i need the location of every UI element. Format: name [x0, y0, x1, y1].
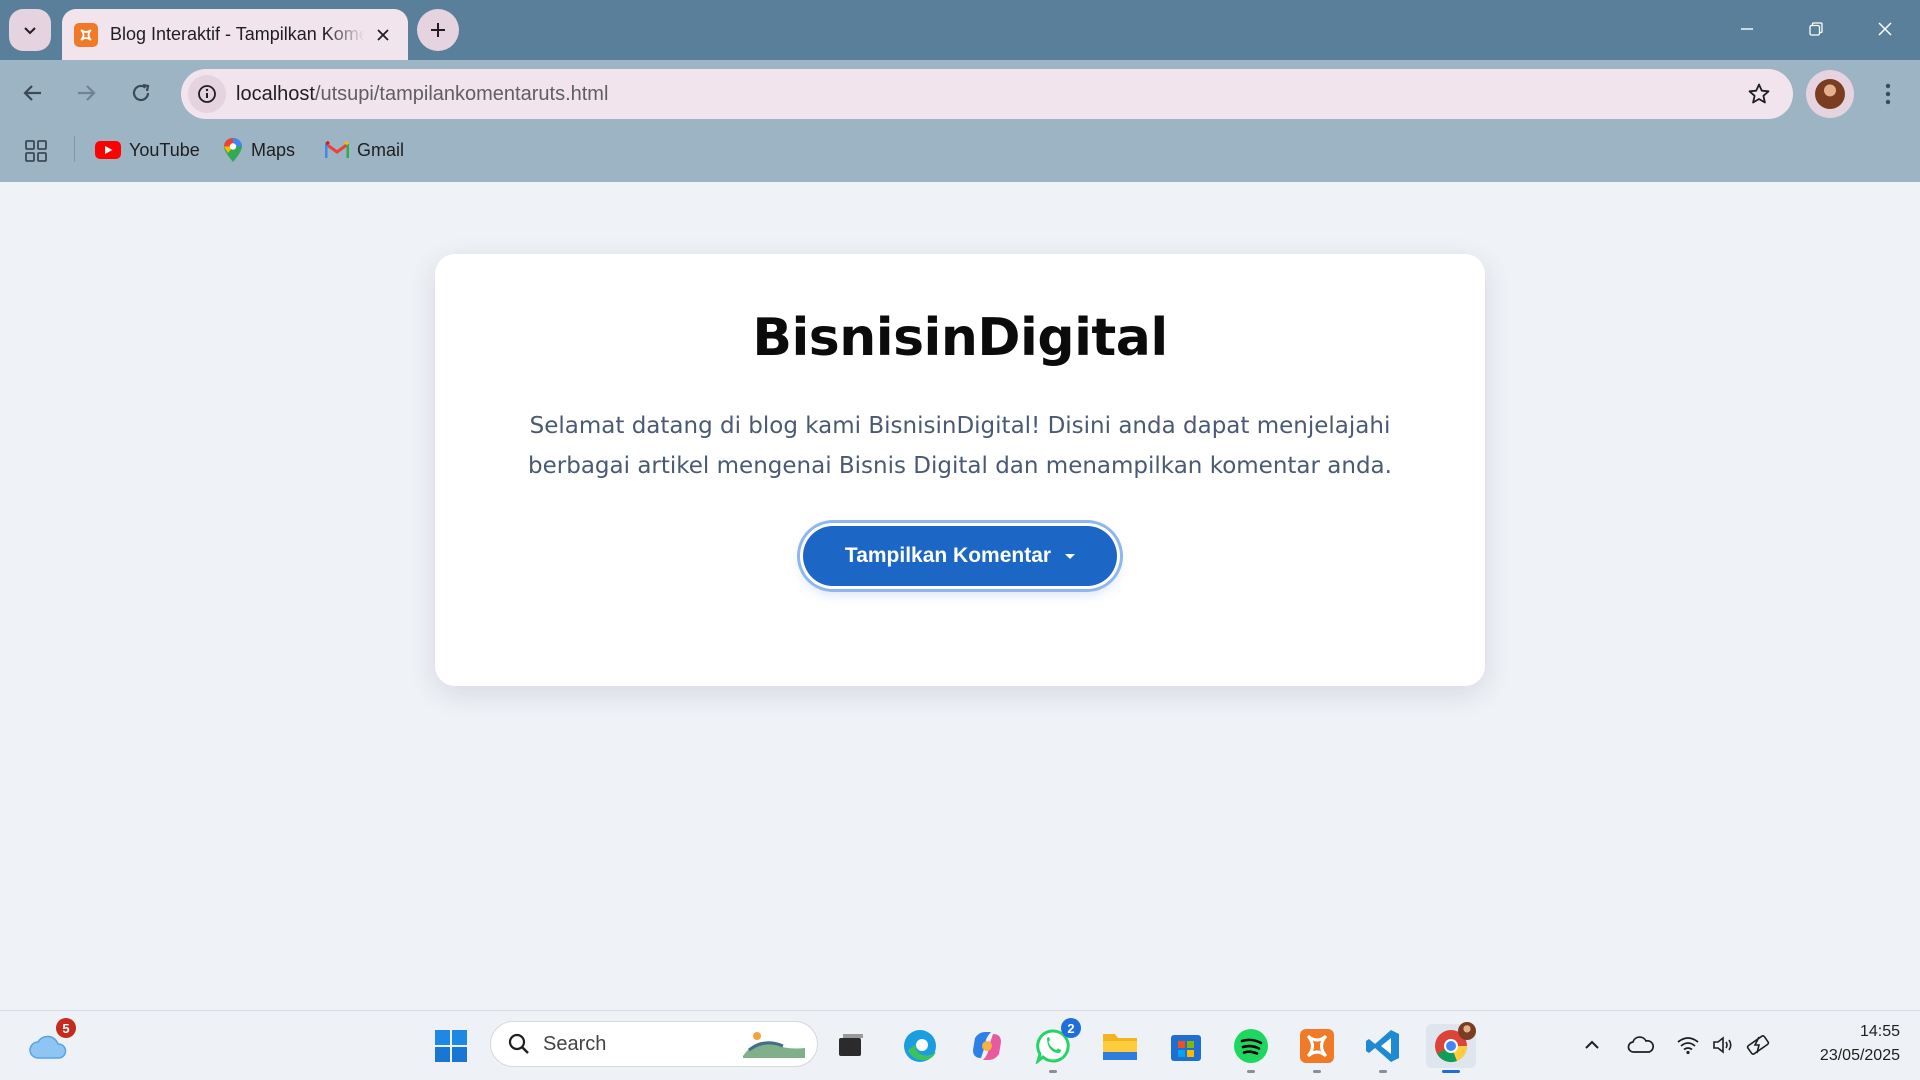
clock-date: 23/05/2025: [1819, 1047, 1900, 1064]
bookmark-separator: [74, 136, 75, 162]
taskbar-spotify[interactable]: [1229, 1024, 1273, 1073]
task-view-icon: [839, 1034, 863, 1056]
arrow-left-icon: [23, 85, 41, 101]
taskbar-edge[interactable]: [898, 1024, 942, 1068]
taskbar-store[interactable]: [1164, 1024, 1208, 1068]
bookmark-gmail[interactable]: Gmail: [325, 136, 404, 164]
arrow-right-icon: [78, 85, 96, 101]
vscode-icon: [1366, 1030, 1399, 1062]
show-comments-button[interactable]: Tampilkan Komentar: [803, 526, 1117, 586]
battery-charging-icon: [1746, 1035, 1770, 1055]
tab-title: Blog Interaktif - Tampilkan Komentar: [110, 24, 364, 44]
browser-menu-button[interactable]: [1870, 74, 1906, 114]
clock-time: 14:55: [1859, 1023, 1900, 1040]
reload-button[interactable]: [121, 73, 161, 113]
taskbar-chrome[interactable]: [1426, 1022, 1476, 1073]
bookmark-label: YouTube: [129, 139, 200, 160]
taskbar-vscode[interactable]: [1361, 1024, 1405, 1073]
folder-icon: [1103, 1034, 1137, 1060]
close-icon: [1878, 22, 1892, 36]
active-indicator: [1442, 1070, 1460, 1073]
url-host: localhost: [236, 82, 315, 105]
taskbar-xampp[interactable]: [1295, 1024, 1339, 1073]
close-window-button[interactable]: [1862, 8, 1908, 50]
youtube-icon: [95, 141, 121, 159]
running-indicator: [1049, 1070, 1057, 1073]
store-icon: [1171, 1035, 1201, 1061]
restore-button[interactable]: [1793, 8, 1839, 50]
reload-icon: [132, 83, 150, 102]
wifi-icon: [1677, 1037, 1699, 1055]
plus-icon: [431, 23, 445, 37]
chevron-down-icon: [24, 27, 36, 35]
restore-icon: [1809, 22, 1823, 36]
onedrive-tray[interactable]: [1626, 1030, 1656, 1060]
wifi-tray[interactable]: [1675, 1030, 1701, 1060]
apps-grid-icon[interactable]: [24, 139, 48, 168]
chrome-profile-avatar: [1458, 1022, 1476, 1040]
windows-logo-icon: [435, 1030, 467, 1062]
new-tab-button[interactable]: [417, 9, 459, 51]
tab-close-icon[interactable]: [370, 22, 396, 48]
whatsapp-badge: 2: [1061, 1018, 1081, 1038]
avatar-photo: [1815, 79, 1845, 109]
intro-text: Selamat datang di blog kami BisnisinDigi…: [528, 413, 1392, 479]
tab-search-button[interactable]: [9, 9, 51, 51]
show-hidden-icons-button[interactable]: [1580, 1030, 1604, 1060]
welcome-card: BisnisinDigital Selamat datang di blog k…: [435, 254, 1485, 686]
taskbar-copilot[interactable]: [965, 1024, 1009, 1068]
weather-widget[interactable]: 5: [26, 1018, 76, 1068]
chevron-up-icon: [1585, 1040, 1599, 1049]
more-vertical-icon: [1885, 83, 1891, 105]
back-button[interactable]: [13, 73, 53, 113]
bookmark-label: Gmail: [357, 139, 405, 160]
search-highlight-icon: [743, 1032, 805, 1058]
url-text: localhost/utsupi/tampilankomentaruts.htm…: [236, 83, 608, 106]
weather-badge: 5: [56, 1018, 76, 1038]
page-title: BisnisinDigital: [752, 308, 1168, 368]
xampp-favicon-icon: [74, 22, 98, 47]
page-viewport: BisnisinDigital Selamat datang di blog k…: [0, 182, 1920, 1010]
url-path: /utsupi/tampilankomentaruts.html: [314, 82, 609, 105]
maps-pin-icon: [223, 137, 243, 163]
gmail-icon: [325, 141, 349, 159]
search-placeholder: Search: [543, 1032, 607, 1055]
forward-button[interactable]: [66, 73, 106, 113]
taskbar-search[interactable]: Search: [490, 1021, 818, 1067]
speaker-icon: [1713, 1036, 1732, 1054]
minimize-icon: [1741, 28, 1753, 30]
taskbar-clock[interactable]: 14:55 23/05/2025: [1780, 1020, 1900, 1068]
bookmark-star-icon[interactable]: [1747, 82, 1771, 111]
xampp-icon: [1300, 1029, 1334, 1063]
minimize-button[interactable]: [1724, 8, 1770, 50]
taskbar-file-explorer[interactable]: [1098, 1024, 1142, 1068]
caret-down-icon: [1065, 553, 1076, 559]
edge-icon: [904, 1030, 936, 1062]
address-bar[interactable]: localhost/utsupi/tampilankomentaruts.htm…: [181, 69, 1793, 119]
bookmark-youtube[interactable]: YouTube: [95, 136, 200, 164]
bookmark-maps[interactable]: Maps: [223, 136, 295, 164]
running-indicator: [1313, 1070, 1321, 1073]
running-indicator: [1379, 1070, 1387, 1073]
running-indicator: [1247, 1070, 1255, 1073]
profile-avatar[interactable]: [1806, 70, 1854, 118]
spotify-icon: [1234, 1029, 1268, 1063]
bookmark-label: Maps: [251, 139, 296, 160]
volume-tray[interactable]: [1711, 1030, 1735, 1060]
cloud-icon: [1627, 1036, 1655, 1053]
taskbar-whatsapp[interactable]: 2: [1031, 1018, 1081, 1073]
search-icon: [508, 1033, 529, 1054]
battery-tray[interactable]: [1746, 1030, 1772, 1060]
site-info-icon[interactable]: [188, 75, 226, 113]
copilot-icon: [973, 1032, 1001, 1060]
browser-tab-active[interactable]: Blog Interaktif - Tampilkan Komentar: [62, 9, 408, 60]
show-comments-label: Tampilkan Komentar: [844, 544, 1052, 567]
task-view-button[interactable]: [829, 1024, 873, 1068]
start-button[interactable]: [429, 1024, 473, 1068]
